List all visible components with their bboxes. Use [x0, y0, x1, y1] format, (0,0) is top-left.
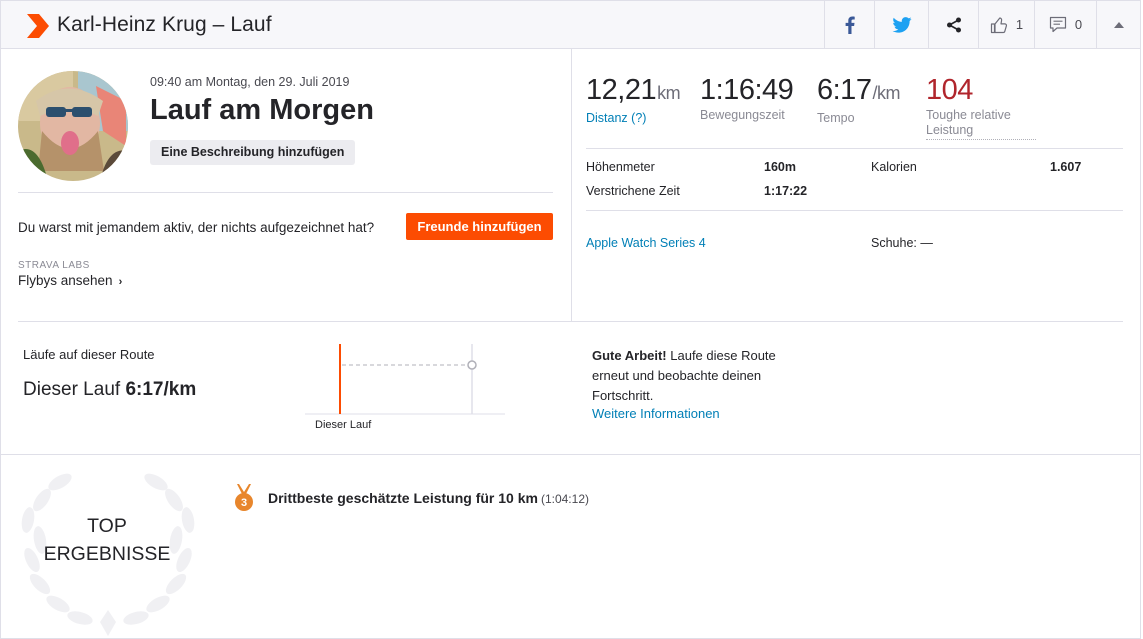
elevation-label: Höhenmeter	[586, 160, 655, 174]
distance-value: 12,21	[586, 74, 657, 106]
share-facebook-button[interactable]	[824, 1, 874, 48]
athlete-avatar[interactable]	[18, 71, 128, 181]
comment-count: 0	[1074, 17, 1083, 32]
this-run-value: 6:17/km	[125, 379, 197, 400]
twitter-icon	[891, 16, 912, 33]
stat-distance: 12,21km Distanz (?)	[586, 74, 681, 126]
share-icon	[946, 17, 961, 32]
more-info-link[interactable]: Weitere Informationen	[592, 406, 720, 421]
relative-effort-value: 104	[926, 74, 973, 106]
distance-label-link[interactable]: Distanz (?)	[586, 111, 680, 126]
activity-datetime: 09:40 am Montag, den 29. Juli 2019	[150, 75, 350, 89]
sport-type-chevron-icon	[27, 14, 49, 38]
caret-up-icon	[1114, 21, 1124, 28]
strava-labs-label: STRAVA LABS	[18, 260, 90, 271]
section-divider	[0, 454, 1141, 455]
elapsed-time-value: 1:17:22	[764, 184, 808, 198]
kudos-count: 1	[1015, 17, 1024, 32]
page-title: Karl-Heinz Krug – Lauf	[57, 13, 272, 36]
avatar-image	[18, 71, 128, 181]
flybys-link[interactable]: Flybys ansehen ›	[18, 273, 122, 288]
stat-relative-effort[interactable]: 104 Toughe relative Leistung	[926, 74, 1036, 140]
friends-prompt: Du warst mit jemandem aktiv, der nichts …	[18, 220, 375, 235]
route-message: Gute Arbeit! Laufe diese Route erneut un…	[592, 346, 802, 406]
moving-time-label: Bewegungszeit	[700, 108, 785, 122]
moving-time-value: 1:16:49	[700, 74, 794, 106]
page-header: Karl-Heinz Krug – Lauf 1 0	[0, 0, 1141, 49]
calories-label: Kalorien	[871, 160, 917, 174]
column-divider	[571, 49, 572, 321]
divider	[586, 210, 1123, 211]
pace-point	[467, 360, 477, 370]
add-description-button[interactable]: Eine Beschreibung hinzufügen	[150, 140, 356, 165]
collapse-button[interactable]	[1096, 1, 1141, 48]
comments-button[interactable]: 0	[1034, 1, 1096, 48]
this-run-pace: Dieser Lauf 6:17/km	[23, 379, 196, 401]
bronze-medal-icon: 3	[235, 484, 253, 511]
divider	[18, 192, 553, 193]
stat-pace: 6:17/km Tempo	[817, 74, 900, 126]
distance-unit: km	[657, 83, 681, 103]
top-results-line2: ERGEBNISSE	[43, 543, 171, 565]
chevron-right-icon: ›	[118, 276, 123, 288]
kudos-button[interactable]: 1	[978, 1, 1034, 48]
share-button[interactable]	[928, 1, 978, 48]
divider	[586, 148, 1123, 149]
add-friends-button[interactable]: Freunde hinzufügen	[406, 213, 553, 240]
thumbs-up-icon	[990, 16, 1007, 33]
device-link[interactable]: Apple Watch Series 4	[586, 236, 706, 250]
route-comparison-chart	[305, 344, 505, 415]
medal-rank: 3	[241, 497, 247, 509]
stat-moving-time: 1:16:49 Bewegungszeit	[700, 74, 794, 123]
elapsed-time-label: Verstrichene Zeit	[586, 184, 680, 198]
pace-label: Tempo	[817, 111, 855, 125]
relative-effort-label: Toughe relative Leistung	[926, 108, 1036, 140]
top-results-badge: TOP ERGEBNISSE	[28, 512, 186, 568]
calories-value: 1.607	[1050, 160, 1082, 174]
pace-unit: /km	[872, 83, 900, 103]
share-twitter-button[interactable]	[874, 1, 928, 48]
section-divider	[18, 321, 1123, 322]
facebook-icon	[845, 16, 855, 34]
activity-title: Lauf am Morgen	[150, 94, 374, 126]
flybys-link-label: Flybys ansehen	[18, 273, 113, 288]
shoes-label: Schuhe: —	[871, 236, 933, 250]
achievement-text: Drittbeste geschätzte Leistung für 10 km	[268, 490, 538, 506]
elevation-value: 160m	[764, 160, 796, 174]
chart-x-label: Dieser Lauf	[315, 419, 372, 431]
this-run-label: Dieser Lauf	[23, 379, 121, 400]
comment-icon	[1049, 16, 1066, 33]
route-heading: Läufe auf dieser Route	[23, 347, 155, 362]
top-results-line1: TOP	[87, 515, 127, 537]
achievement-time: (1:04:12)	[540, 492, 589, 506]
pace-value: 6:17	[817, 74, 872, 106]
route-message-bold: Gute Arbeit!	[592, 348, 667, 363]
achievement-item[interactable]: Drittbeste geschätzte Leistung für 10 km…	[268, 490, 589, 506]
